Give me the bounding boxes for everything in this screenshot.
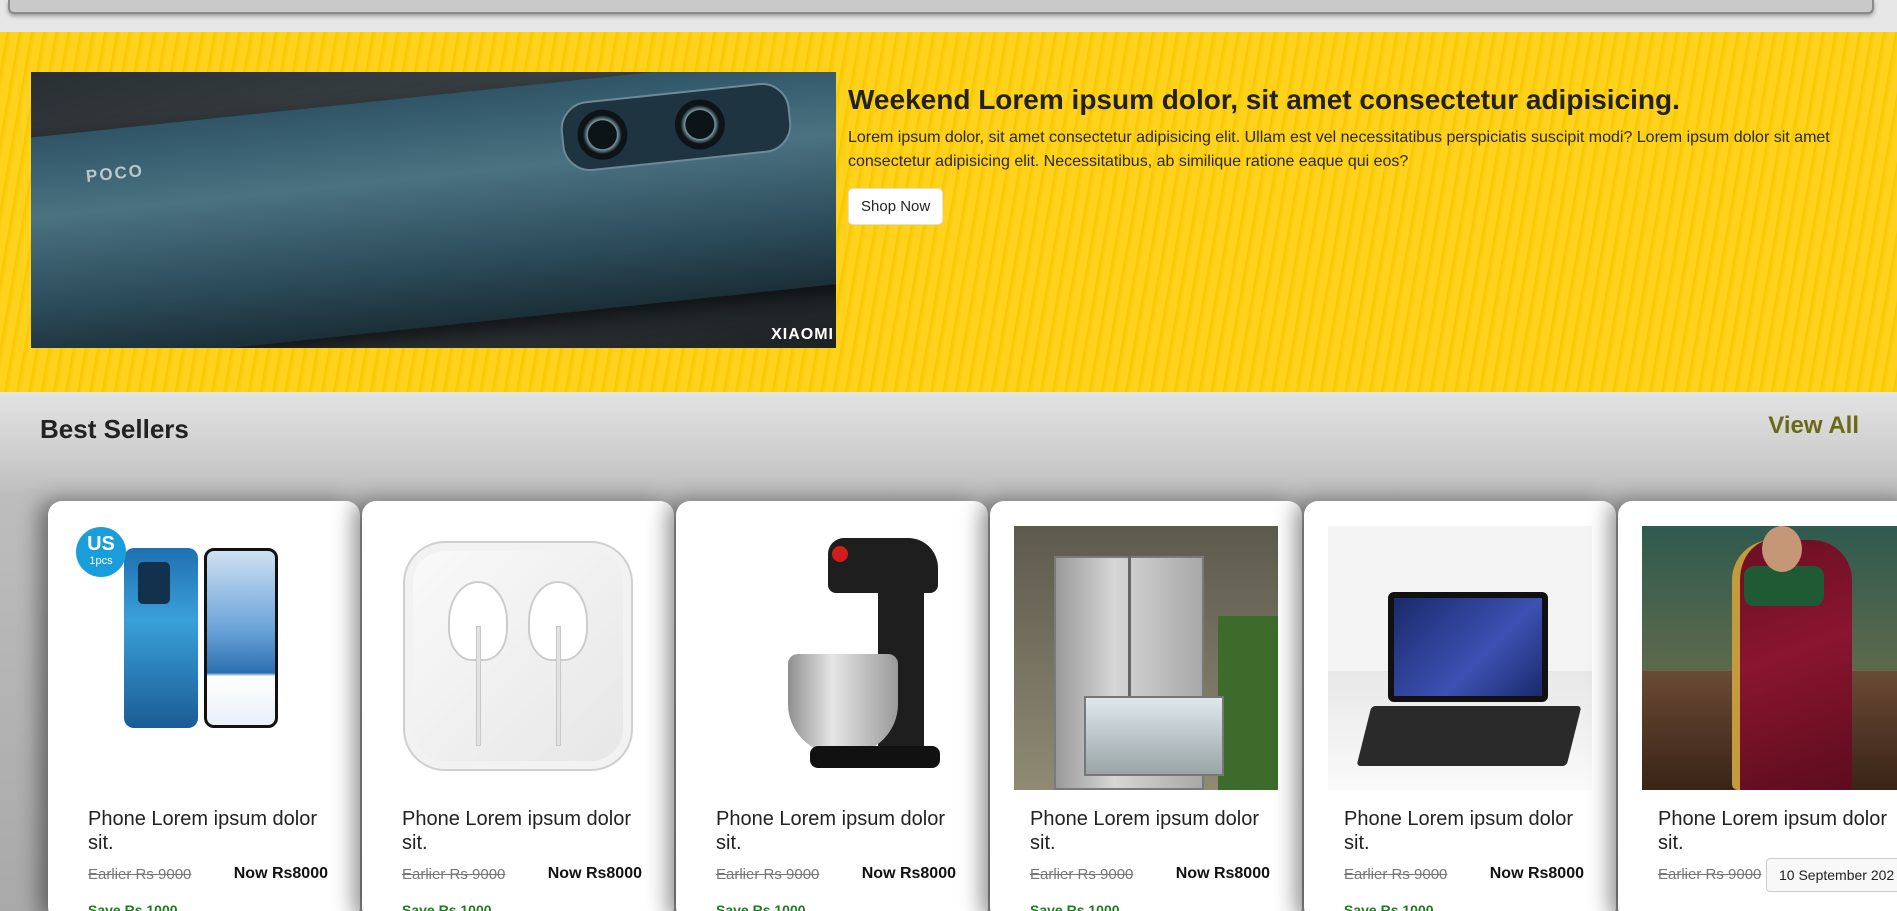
savings-text: Save Rs 1000 <box>1030 902 1120 911</box>
camera-lens-icon <box>672 97 728 152</box>
earlier-price: Earlier Rs 9000 <box>402 866 506 883</box>
phone-front <box>204 548 278 728</box>
laptop-screen <box>1388 592 1548 702</box>
product-name[interactable]: Phone Lorem ipsum dolor sit. <box>716 807 956 855</box>
badge-quantity: 1pcs <box>89 555 113 567</box>
earlier-price: Earlier Rs 9000 <box>88 866 192 883</box>
badge-country: US <box>87 533 115 555</box>
product-card[interactable]: US 1pcs Phone Lorem ipsum dolor sit. Ear… <box>48 501 360 911</box>
product-card[interactable]: Phone Lorem ipsum dolor sit. Earlier Rs … <box>1618 501 1897 911</box>
product-name[interactable]: Phone Lorem ipsum dolor sit. <box>1344 807 1584 855</box>
earlier-price: Earlier Rs 9000 <box>1658 866 1762 883</box>
view-all-link[interactable]: View All <box>1768 412 1859 440</box>
refrigerator-image[interactable] <box>1014 526 1278 790</box>
product-carousel: US 1pcs Phone Lorem ipsum dolor sit. Ear… <box>48 501 1897 911</box>
current-price: Now Rs8000 <box>233 865 328 882</box>
camera-lens-icon <box>574 107 630 163</box>
product-card[interactable]: Phone Lorem ipsum dolor sit. Earlier Rs … <box>362 501 674 911</box>
shop-now-button[interactable]: Shop Now <box>848 188 944 225</box>
saree-blouse <box>1744 566 1824 606</box>
savings-text: Save Rs 1000 <box>88 902 178 911</box>
earphone-case <box>403 541 633 771</box>
promo-title: Weekend Lorem ipsum dolor, sit amet cons… <box>848 84 1680 115</box>
savings-text: Save Rs 1000 <box>1344 902 1434 911</box>
navbar-bottom-edge <box>8 0 1874 14</box>
model-head <box>1762 526 1802 572</box>
promo-content: Weekend Lorem ipsum dolor, sit amet cons… <box>848 84 1888 225</box>
savings-text: Save Rs 1000 <box>716 902 806 911</box>
phone-back <box>124 548 198 728</box>
current-price: Now Rs8000 <box>547 865 642 882</box>
product-name[interactable]: Phone Lorem ipsum dolor sit. <box>1030 807 1270 855</box>
best-sellers-section: Best Sellers View All US 1pcs Phone Lore… <box>0 392 1897 911</box>
saree-image[interactable] <box>1642 526 1897 790</box>
current-price: Now Rs8000 <box>1489 865 1584 882</box>
stand-mixer-image[interactable] <box>700 526 964 790</box>
origin-badge: US 1pcs <box>76 527 126 577</box>
earlier-price: Earlier Rs 9000 <box>716 866 820 883</box>
best-sellers-title: Best Sellers <box>40 414 189 444</box>
mixer-bowl <box>788 654 898 754</box>
current-price: Now Rs8000 <box>1175 865 1270 882</box>
laptop-image[interactable] <box>1328 526 1592 790</box>
promo-banner: POCO XIAOMI Weekend Lorem ipsum dolor, s… <box>0 32 1897 392</box>
product-card[interactable]: Phone Lorem ipsum dolor sit. Earlier Rs … <box>676 501 988 911</box>
promo-description: Lorem ipsum dolor, sit amet consectetur … <box>848 129 1830 170</box>
earphones-image[interactable] <box>386 526 650 790</box>
product-card[interactable]: Phone Lorem ipsum dolor sit. Earlier Rs … <box>1304 501 1616 911</box>
laptop-keyboard <box>1356 706 1582 766</box>
product-name[interactable]: Phone Lorem ipsum dolor sit. <box>88 807 328 855</box>
xiaomi-logo: XIAOMI <box>771 326 834 343</box>
date-tooltip: 10 September 202 <box>1766 858 1897 892</box>
camera-icon <box>138 562 170 604</box>
mixer-base <box>810 746 940 768</box>
earphone-cord <box>556 626 561 746</box>
product-card[interactable]: Phone Lorem ipsum dolor sit. Earlier Rs … <box>990 501 1302 911</box>
product-name[interactable]: Phone Lorem ipsum dolor sit. <box>402 807 642 855</box>
earphone-cord <box>476 626 481 746</box>
mixer-knob-icon <box>832 546 848 562</box>
savings-text: Save Rs 1000 <box>402 902 492 911</box>
plant <box>1218 616 1278 790</box>
fridge-door-seam <box>1128 556 1131 696</box>
product-name[interactable]: Phone Lorem ipsum dolor sit. <box>1658 807 1897 855</box>
mixer-head <box>828 538 938 593</box>
earlier-price: Earlier Rs 9000 <box>1030 866 1134 883</box>
top-strip <box>0 0 1897 32</box>
current-price: Now Rs8000 <box>861 865 956 882</box>
fridge-drawer <box>1084 696 1224 776</box>
earlier-price: Earlier Rs 9000 <box>1344 866 1448 883</box>
promo-phone-image[interactable]: POCO XIAOMI <box>31 72 836 348</box>
